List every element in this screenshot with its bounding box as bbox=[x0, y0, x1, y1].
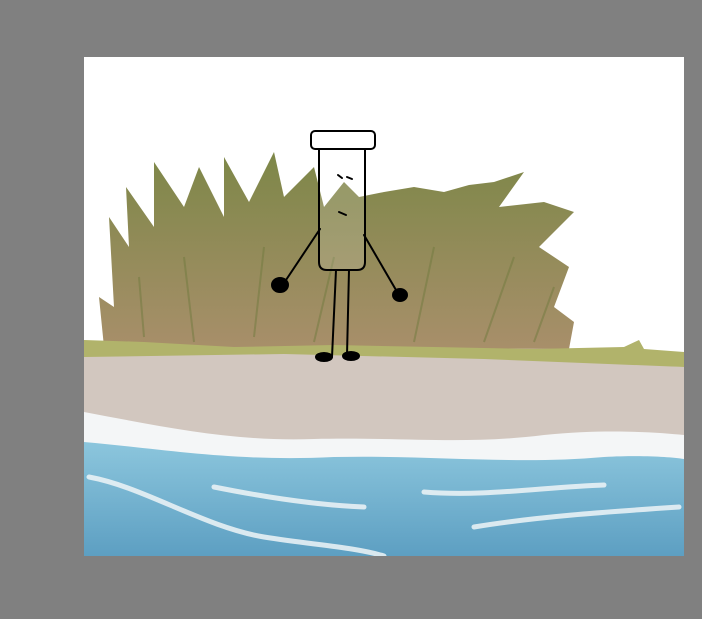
artwork bbox=[84, 57, 684, 556]
character-left-hand bbox=[271, 277, 289, 293]
character-left-foot bbox=[315, 352, 333, 362]
character-right-foot bbox=[342, 351, 360, 361]
water bbox=[84, 442, 684, 556]
character-cap bbox=[310, 130, 376, 150]
character-body bbox=[318, 144, 366, 271]
character-right-hand bbox=[392, 288, 408, 302]
drawing-canvas[interactable] bbox=[84, 57, 684, 556]
